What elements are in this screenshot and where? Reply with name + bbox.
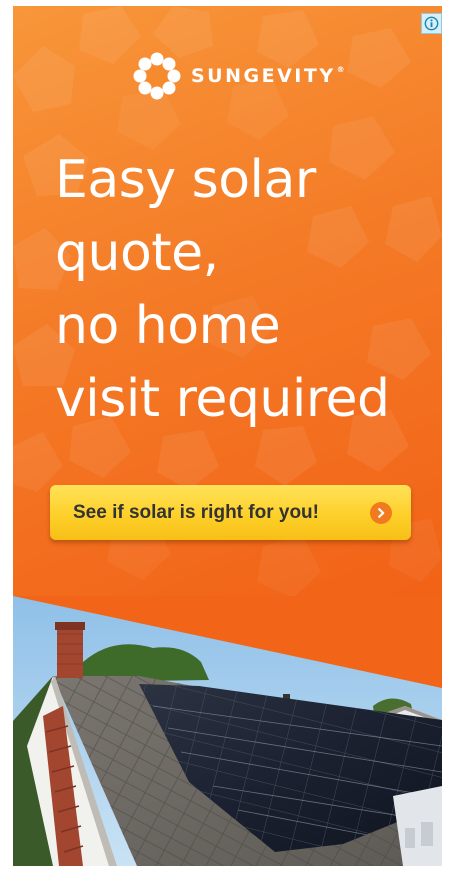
- info-icon: [424, 16, 439, 31]
- solar-roof-photo: [13, 596, 442, 866]
- trademark-symbol: ®: [336, 65, 348, 74]
- cta-label: See if solar is right for you!: [73, 501, 319, 523]
- banner-ad[interactable]: SUNGEVITY® Easy solar quote, no home vis…: [13, 6, 442, 866]
- ad-choices-info-button[interactable]: [421, 13, 442, 34]
- headline: Easy solar quote, no home visit required: [55, 144, 435, 436]
- chevron-right-icon: [370, 502, 392, 524]
- sun-logo-icon: [133, 52, 181, 100]
- brand-name: SUNGEVITY®: [191, 65, 348, 87]
- cta-button[interactable]: See if solar is right for you!: [50, 485, 411, 540]
- sungevity-logo: SUNGEVITY®: [131, 50, 347, 102]
- headline-line-3: no home: [55, 296, 281, 356]
- headline-line-1: Easy solar: [55, 150, 316, 210]
- headline-line-2: quote,: [55, 223, 219, 283]
- headline-line-4: visit required: [55, 369, 390, 429]
